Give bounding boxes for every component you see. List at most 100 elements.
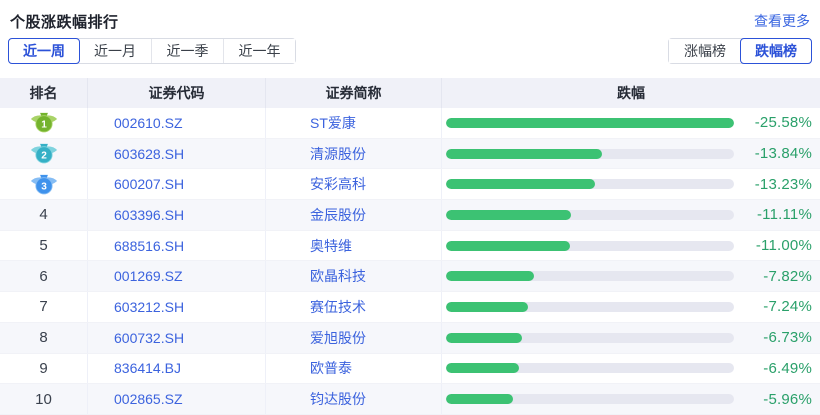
- svg-text:3: 3: [41, 181, 47, 192]
- decline-bar-track: [446, 394, 734, 405]
- rank-number: 9: [39, 359, 48, 377]
- name-cell: ST爱康: [266, 108, 442, 138]
- table-row[interactable]: 1 002610.SZ ST爱康 -25.58%: [0, 108, 820, 139]
- decline-bar-track: [446, 363, 734, 374]
- table-row[interactable]: 2 603628.SH 清源股份 -13.84%: [0, 138, 820, 170]
- stock-name-link[interactable]: 钧达股份: [310, 389, 366, 409]
- rank-2-medal-icon: 2: [30, 143, 58, 164]
- table-row[interactable]: 3 600207.SH 安彩高科 -13.23%: [0, 169, 820, 201]
- stock-name-link[interactable]: 奥特维: [310, 236, 352, 256]
- name-cell: 欧晶科技: [266, 261, 442, 292]
- change-cell: -11.00%: [442, 231, 820, 261]
- svg-text:2: 2: [41, 150, 47, 161]
- rank-cell: 9: [0, 353, 88, 384]
- name-cell: 欧普泰: [266, 353, 442, 384]
- code-cell: 603212.SH: [88, 292, 266, 322]
- table-row[interactable]: 5 688516.SH 奥特维 -11.00%: [0, 230, 820, 262]
- period-tab-year[interactable]: 近一年: [223, 39, 295, 63]
- name-cell: 赛伍技术: [266, 292, 442, 322]
- decline-bar-fill: [446, 117, 734, 128]
- change-cell: -13.23%: [442, 169, 820, 199]
- name-cell: 奥特维: [266, 230, 442, 261]
- stock-name-link[interactable]: 欧晶科技: [310, 266, 366, 286]
- decline-percent: -25.58%: [754, 114, 812, 132]
- decline-bar-track: [446, 332, 734, 343]
- stock-code-link[interactable]: 002865.SZ: [114, 391, 183, 407]
- stock-name-link[interactable]: 金辰股份: [310, 205, 366, 225]
- header-code: 证券代码: [88, 78, 266, 108]
- decline-bar-fill: [446, 363, 520, 374]
- page-title: 个股涨跌幅排行: [10, 14, 119, 31]
- name-cell: 清源股份: [266, 138, 442, 169]
- stock-name-link[interactable]: 清源股份: [310, 144, 366, 164]
- table-row[interactable]: 8 600732.SH 爱旭股份 -6.73%: [0, 322, 820, 354]
- stock-code-link[interactable]: 600732.SH: [114, 330, 184, 346]
- table-row[interactable]: 9 836414.BJ 欧普泰 -6.49%: [0, 353, 820, 385]
- period-tab-quarter[interactable]: 近一季: [151, 39, 223, 63]
- table-row[interactable]: 10 002865.SZ 钧达股份 -5.96%: [0, 384, 820, 415]
- code-cell: 603396.SH: [88, 200, 266, 230]
- change-cell: -6.49%: [442, 354, 820, 384]
- name-cell: 钧达股份: [266, 384, 442, 414]
- name-cell: 爱旭股份: [266, 322, 442, 353]
- rank-1-medal-icon: 1: [30, 112, 58, 133]
- decline-bar-fill: [446, 209, 571, 220]
- stock-name-link[interactable]: 安彩高科: [310, 174, 366, 194]
- rank-cell: 7: [0, 292, 88, 322]
- header-rank: 排名: [0, 78, 88, 108]
- decline-percent: -5.96%: [763, 390, 812, 408]
- decline-percent: -11.00%: [755, 237, 812, 255]
- rank-cell: 6: [0, 261, 88, 292]
- stock-code-link[interactable]: 002610.SZ: [114, 115, 183, 131]
- decline-bar-track: [446, 148, 734, 159]
- table-row[interactable]: 4 603396.SH 金辰股份 -11.11%: [0, 200, 820, 231]
- rank-number: 6: [39, 267, 48, 285]
- decline-percent: -7.24%: [763, 298, 812, 316]
- stock-code-link[interactable]: 603628.SH: [114, 146, 184, 162]
- stock-code-link[interactable]: 603212.SH: [114, 299, 184, 315]
- rank-cell: 3: [0, 169, 88, 200]
- decline-bar-fill: [446, 240, 570, 251]
- table-header-row: 排名 证券代码 证券简称 跌幅: [0, 78, 820, 108]
- decline-bar-fill: [446, 179, 595, 190]
- decline-percent: -6.49%: [763, 359, 812, 377]
- decline-bar-fill: [446, 271, 535, 282]
- decline-percent: -13.84%: [754, 145, 812, 163]
- change-cell: -6.73%: [442, 323, 820, 353]
- board-tab-gainers[interactable]: 涨幅榜: [669, 39, 741, 63]
- decline-bar-track: [446, 240, 734, 251]
- ranking-table: 排名 证券代码 证券简称 跌幅 1 002610.SZ ST爱康 -25.58% 2 60362…: [0, 78, 820, 415]
- rank-number: 8: [39, 329, 48, 347]
- view-more-link[interactable]: 查看更多: [754, 11, 810, 31]
- period-tab-week[interactable]: 近一周: [8, 38, 80, 64]
- rank-cell: 2: [0, 138, 88, 169]
- decline-bar-fill: [446, 394, 514, 405]
- change-cell: -5.96%: [442, 384, 820, 414]
- stock-name-link[interactable]: 爱旭股份: [310, 328, 366, 348]
- table-row[interactable]: 7 603212.SH 赛伍技术 -7.24%: [0, 292, 820, 323]
- stock-code-link[interactable]: 600207.SH: [114, 176, 184, 192]
- code-cell: 001269.SZ: [88, 261, 266, 292]
- stock-name-link[interactable]: 赛伍技术: [310, 297, 366, 317]
- decline-percent: -7.82%: [763, 267, 812, 285]
- period-tab-month[interactable]: 近一月: [79, 39, 151, 63]
- stock-name-link[interactable]: ST爱康: [310, 113, 356, 133]
- stock-code-link[interactable]: 603396.SH: [114, 207, 184, 223]
- name-cell: 金辰股份: [266, 200, 442, 230]
- board-tab-losers[interactable]: 跌幅榜: [740, 38, 812, 64]
- decline-bar-track: [446, 179, 734, 190]
- code-cell: 836414.BJ: [88, 353, 266, 384]
- rank-3-medal-icon: 3: [30, 174, 58, 195]
- change-cell: -25.58%: [442, 108, 820, 138]
- stock-code-link[interactable]: 836414.BJ: [114, 360, 181, 376]
- stock-code-link[interactable]: 001269.SZ: [114, 268, 183, 284]
- code-cell: 603628.SH: [88, 138, 266, 169]
- stock-code-link[interactable]: 688516.SH: [114, 238, 184, 254]
- widget-header: 个股涨跌幅排行 查看更多: [0, 0, 820, 36]
- decline-percent: -6.73%: [763, 329, 812, 347]
- table-body: 1 002610.SZ ST爱康 -25.58% 2 603628.SH 清源股份 -13.8…: [0, 108, 820, 415]
- stock-name-link[interactable]: 欧普泰: [310, 358, 352, 378]
- table-row[interactable]: 6 001269.SZ 欧晶科技 -7.82%: [0, 261, 820, 293]
- decline-bar-track: [446, 117, 734, 128]
- code-cell: 002865.SZ: [88, 384, 266, 414]
